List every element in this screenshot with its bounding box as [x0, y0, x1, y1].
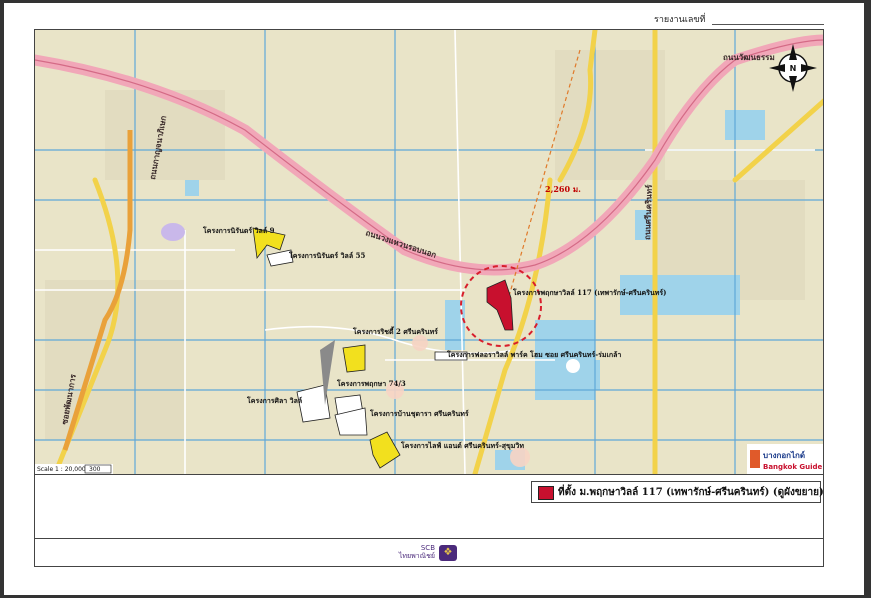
scb-name-en: SCB: [420, 544, 435, 552]
report-frame: ถนนวงแหวนรอบนอก ถนนกาญจนาภิเษก ซอยพัฒนาก…: [34, 29, 824, 567]
landmark-marker: [161, 223, 185, 241]
project-label: โครงการพฤกษา 74/3: [336, 379, 406, 388]
pond: [580, 360, 600, 390]
report-number-line: [712, 24, 824, 25]
pond: [725, 110, 765, 140]
report-number-label: รายงานเลขที่: [654, 15, 706, 25]
urban-area: [105, 90, 225, 180]
legend-subject-label: ที่ตั้ง ม.พฤกษาวิลล์ 117 (เทพารักษ์-ศรีน…: [558, 487, 824, 498]
subject-site-label: โครงการพฤกษาวิลล์ 117 (เทพารักษ์-ศรีนคริ…: [512, 288, 666, 297]
logo-subtext: Bangkok Guide: [763, 463, 823, 471]
location-map[interactable]: ถนนวงแหวนรอบนอก ถนนกาญจนาภิเษก ซอยพัฒนาก…: [35, 30, 823, 474]
report-page: รายงานเลขที่ ถนนวงแหวนรอบนอก ถนนกาญจนาภิ…: [4, 3, 864, 595]
map-canvas[interactable]: ถนนวงแหวนรอบนอก ถนนกาญจนาภิเษก ซอยพัฒนาก…: [35, 30, 823, 474]
scb-name-th: ไทยพาณิชย์: [398, 552, 435, 560]
project-label: โครงการริชดี้ 2 ศรีนครินทร์: [352, 325, 438, 336]
pond: [185, 180, 199, 196]
legend-box: ที่ตั้ง ม.พฤกษาวิลล์ 117 (เทพารักษ์-ศรีน…: [531, 481, 824, 503]
logo-text: บางกอกไกด์: [763, 450, 805, 460]
project-label: โครงการฟลอราวิลล์ พาร์ค โฮม ซอย ศรีนคริน…: [446, 350, 621, 359]
landmark-marker: [566, 359, 580, 373]
scb-emblem-icon: ❖: [439, 545, 457, 561]
landmark-marker: [510, 447, 530, 467]
landmark-marker: [412, 335, 428, 351]
legend-subject-swatch: [538, 486, 554, 500]
project-label: โครงการนิรันดร์ วิลล์ 9: [202, 226, 275, 235]
project-label: โครงการไลฟ์ แอนด์ ศรีนครินทร์-สุขุมวิท: [400, 441, 524, 450]
road-label: ถนนศรีนครินทร์: [642, 184, 654, 240]
scb-logo-text: SCB ไทยพาณิชย์: [379, 544, 435, 560]
comparable-site: [342, 344, 366, 373]
distance-label: 2,260 ม.: [545, 184, 581, 194]
scale-bar-label: 300: [89, 466, 101, 473]
scale-label: Scale 1 : 20,000: [37, 466, 86, 473]
footer: SCB ไทยพาณิชย์ ❖: [35, 538, 823, 567]
compass-label: N: [790, 64, 797, 73]
project-label: โครงการศิลา วิลล์: [246, 396, 302, 405]
legend-area: ที่ตั้ง ม.พฤกษาวิลล์ 117 (เทพารักษ์-ศรีน…: [35, 474, 824, 539]
project-label: โครงการนิรันดร์ วิลล์ 55: [288, 251, 365, 260]
bangkok-guide-logo: บางกอกไกด์ Bangkok Guide: [747, 444, 823, 474]
logo-mark: [750, 450, 760, 468]
scb-logo: SCB ไทยพาณิชย์ ❖: [379, 544, 465, 562]
road-label: ถนนวัฒนธรรม: [723, 53, 775, 62]
project-label: โครงการบ้านชุดารา ศรีนครินทร์: [369, 409, 469, 418]
